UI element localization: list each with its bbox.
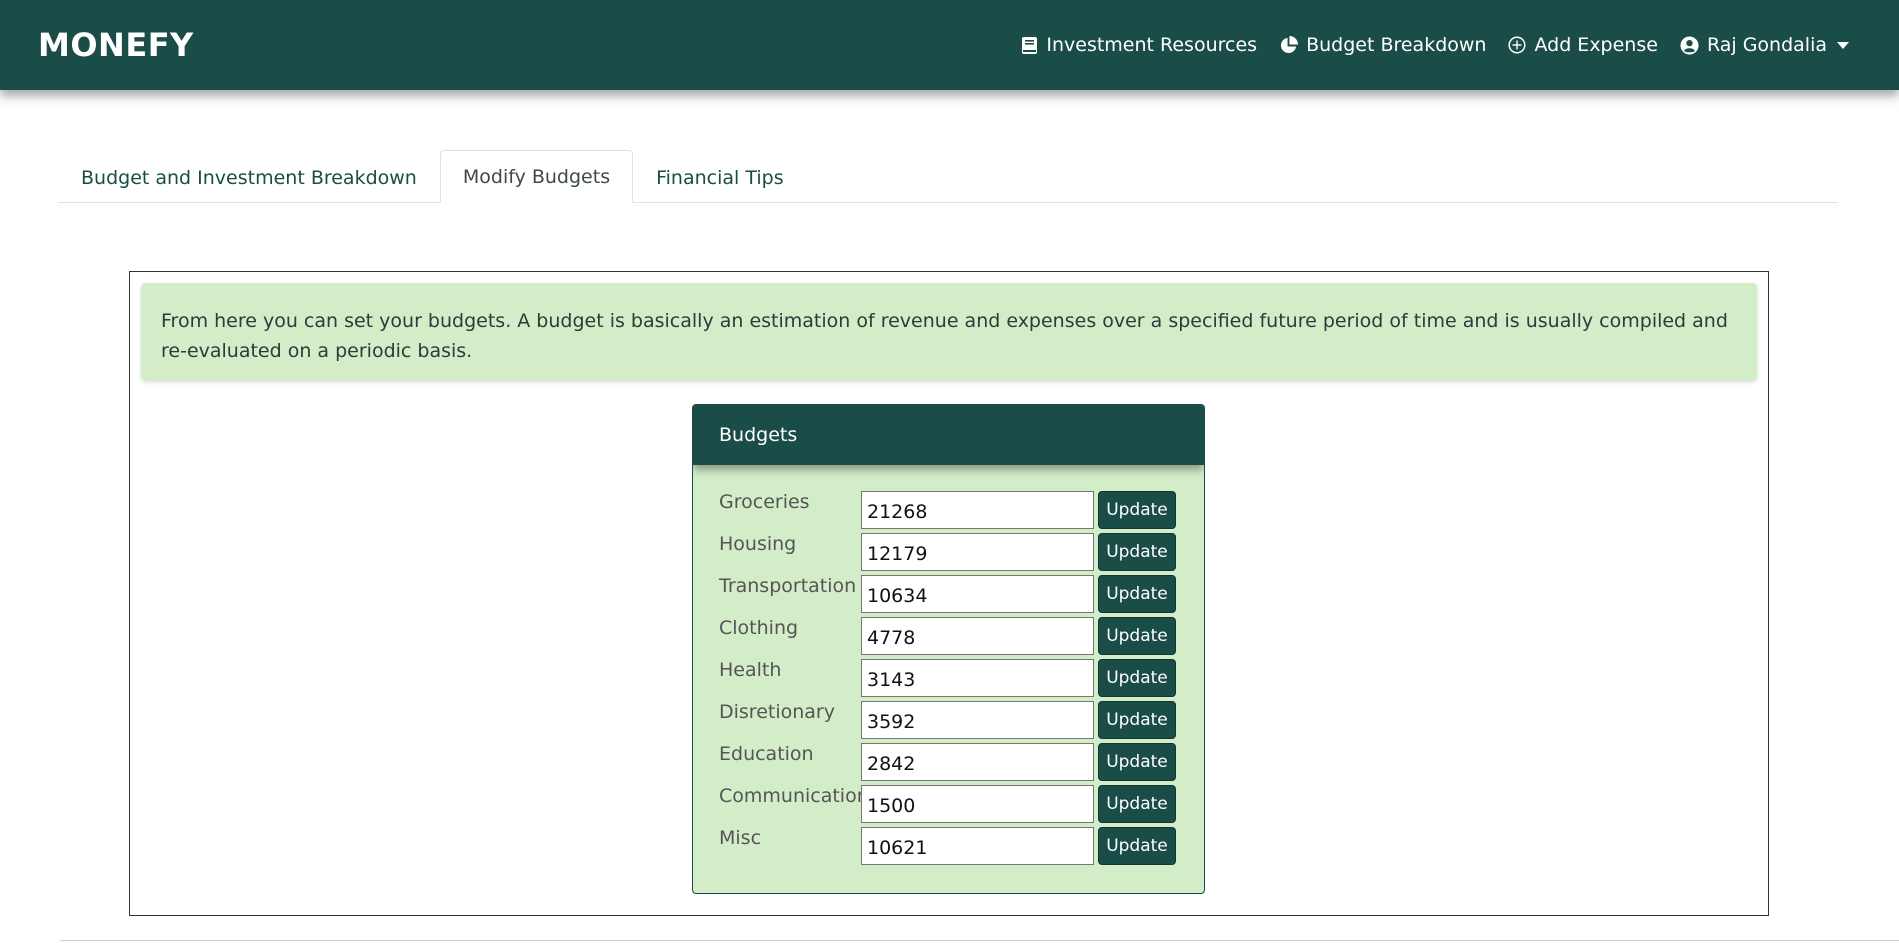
budget-label: Health (719, 659, 782, 681)
budget-input-transportation[interactable] (861, 575, 1094, 613)
budget-input-education[interactable] (861, 743, 1094, 781)
budget-row-education: Education Update (693, 743, 1204, 785)
nav-investment-resources-label: Investment Resources (1046, 34, 1258, 56)
tab-modify-budgets[interactable]: Modify Budgets (439, 150, 634, 203)
budget-row-health: Health Update (693, 659, 1204, 701)
budgets-card-body: Groceries Update Housing Update Transpor… (693, 465, 1204, 869)
update-button-health[interactable]: Update (1098, 659, 1176, 697)
tab-bar: Budget and Investment Breakdown Modify B… (58, 150, 1838, 203)
budget-label: Transportation (719, 575, 857, 597)
chevron-down-icon (1837, 41, 1849, 49)
update-button-transportation[interactable]: Update (1098, 575, 1176, 613)
page-bottom-divider (60, 940, 1899, 941)
update-button-clothing[interactable]: Update (1098, 617, 1176, 655)
budget-label: Clothing (719, 617, 799, 639)
budget-row-clothing: Clothing Update (693, 617, 1204, 659)
budget-label: Groceries (719, 491, 810, 513)
budget-input-disretionary[interactable] (861, 701, 1094, 739)
plus-circle-icon (1508, 36, 1527, 54)
nav-links: Investment Resources Budget Breakdown Ad… (1021, 34, 1849, 56)
tab-financial-tips[interactable]: Financial Tips (633, 152, 807, 203)
modify-budgets-panel: From here you can set your budgets. A bu… (129, 271, 1769, 916)
budgets-card-header: Budgets (693, 405, 1204, 465)
user-circle-icon (1680, 35, 1699, 55)
update-button-disretionary[interactable]: Update (1098, 701, 1176, 739)
budget-label: Misc (719, 827, 762, 849)
budget-input-groceries[interactable] (861, 491, 1094, 529)
budget-input-misc[interactable] (861, 827, 1094, 865)
budgets-card: Budgets Groceries Update Housing Update … (692, 404, 1205, 894)
update-button-groceries[interactable]: Update (1098, 491, 1176, 529)
budget-label: Communication (719, 785, 869, 807)
budget-label: Education (719, 743, 814, 765)
top-navbar: MONEFY Investment Resources Budget Break… (0, 0, 1899, 90)
budget-row-disretionary: Disretionary Update (693, 701, 1204, 743)
budget-row-housing: Housing Update (693, 533, 1204, 575)
budget-label: Housing (719, 533, 797, 555)
info-alert: From here you can set your budgets. A bu… (141, 283, 1757, 380)
budget-row-groceries: Groceries Update (693, 491, 1204, 533)
budget-row-transportation: Transportation Update (693, 575, 1204, 617)
tab-budget-and-investment-breakdown[interactable]: Budget and Investment Breakdown (58, 152, 440, 203)
budget-row-misc: Misc Update (693, 827, 1204, 869)
nav-budget-breakdown[interactable]: Budget Breakdown (1279, 34, 1486, 56)
nav-investment-resources[interactable]: Investment Resources (1021, 34, 1257, 56)
budget-input-health[interactable] (861, 659, 1094, 697)
budget-row-communication: Communication Update (693, 785, 1204, 827)
pie-chart-icon (1279, 35, 1299, 55)
nav-budget-breakdown-label: Budget Breakdown (1306, 34, 1487, 56)
update-button-misc[interactable]: Update (1098, 827, 1176, 865)
update-button-education[interactable]: Update (1098, 743, 1176, 781)
user-name: Raj Gondalia (1706, 34, 1827, 56)
update-button-communication[interactable]: Update (1098, 785, 1176, 823)
user-menu-dropdown[interactable]: Raj Gondalia (1680, 34, 1849, 56)
budget-input-housing[interactable] (861, 533, 1094, 571)
budget-input-communication[interactable] (861, 785, 1094, 823)
nav-add-expense-label: Add Expense (1534, 34, 1658, 56)
budget-input-clothing[interactable] (861, 617, 1094, 655)
brand-logo[interactable]: MONEFY (38, 26, 194, 64)
update-button-housing[interactable]: Update (1098, 533, 1176, 571)
budget-label: Disretionary (719, 701, 835, 723)
nav-add-expense[interactable]: Add Expense (1508, 34, 1658, 56)
book-icon (1021, 36, 1038, 55)
